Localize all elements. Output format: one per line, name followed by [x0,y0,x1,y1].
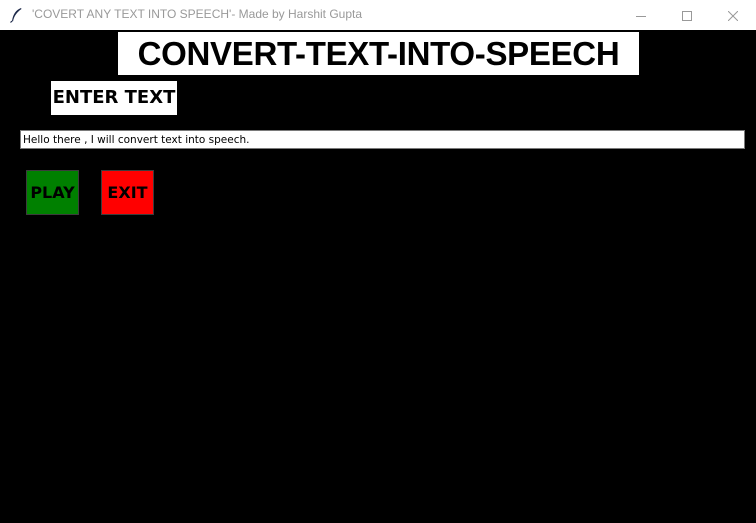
minimize-button[interactable] [618,0,664,30]
app-window: 'COVERT ANY TEXT INTO SPEECH'- Made by H… [0,0,756,523]
feather-icon [9,7,23,23]
text-input[interactable] [20,130,745,149]
minimize-icon [636,6,646,25]
page-title: CONVERT-TEXT-INTO-SPEECH [118,32,639,75]
title-bar[interactable]: 'COVERT ANY TEXT INTO SPEECH'- Made by H… [0,0,756,30]
close-button[interactable] [710,0,756,30]
exit-button[interactable]: EXIT [101,170,154,215]
close-icon [727,6,739,25]
maximize-button[interactable] [664,0,710,30]
maximize-icon [682,6,692,25]
play-button[interactable]: PLAY [26,170,79,215]
enter-text-label: ENTER TEXT [51,81,177,115]
window-title: 'COVERT ANY TEXT INTO SPEECH'- Made by H… [32,7,363,21]
